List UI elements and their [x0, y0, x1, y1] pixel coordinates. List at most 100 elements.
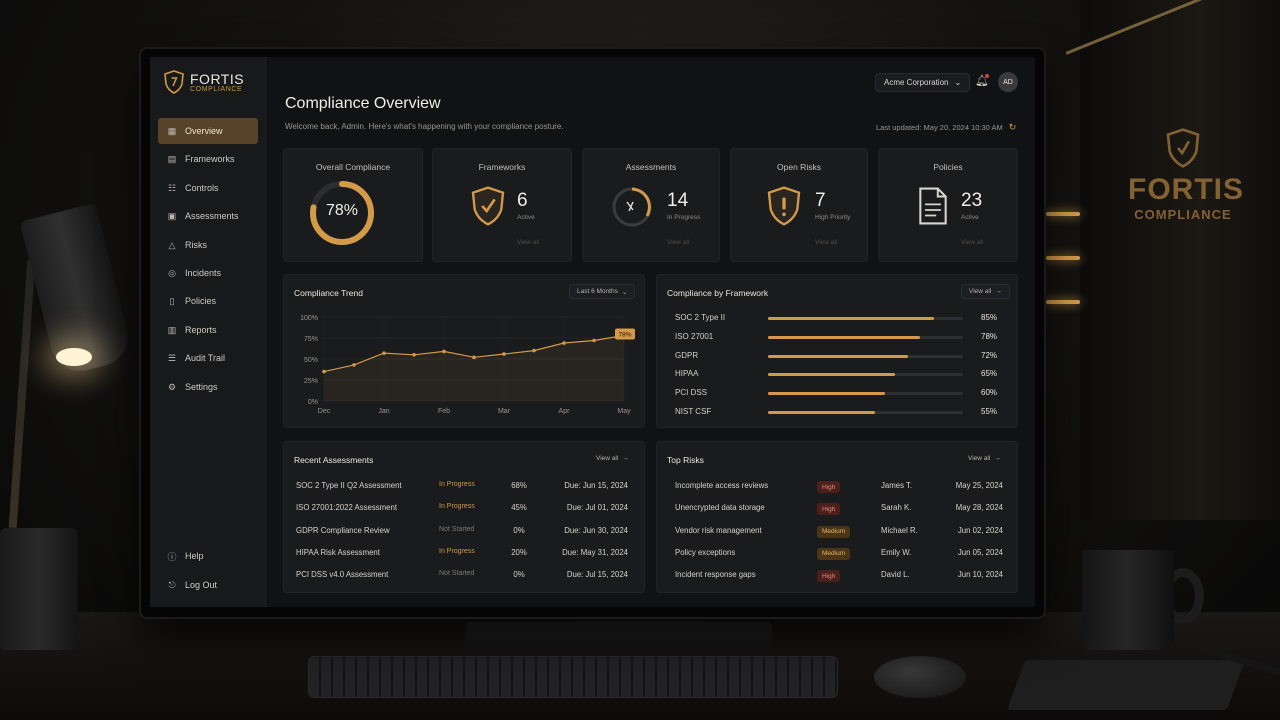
- framework-row[interactable]: NIST CSF 55%: [675, 407, 1005, 419]
- framework-progress-fill: [768, 411, 876, 414]
- sidebar-item-log-out[interactable]: ⎋ Log Out: [158, 572, 258, 598]
- table-row[interactable]: Incomplete access reviews High James T. May…: [675, 481, 1005, 495]
- risk-name: Policy exceptions: [675, 547, 736, 557]
- shield-alert-icon: [767, 186, 801, 226]
- framework-progress-track: [768, 317, 963, 320]
- assessment-name: GDPR Compliance Review: [296, 525, 390, 535]
- table-row[interactable]: ISO 27001:2022 Assessment In Progress 45% D…: [296, 503, 632, 517]
- assessment-due: Due: Jun 30, 2024: [564, 525, 628, 535]
- table-row[interactable]: Vendor risk management Medium Michael R. Ju…: [675, 525, 1005, 540]
- sidebar: FORTIS COMPLIANCE ▦ Overview ▤ Frameworks …: [150, 57, 266, 607]
- shelf-light: [1046, 256, 1080, 260]
- sidebar-item-incidents[interactable]: ◎ Incidents: [158, 260, 258, 286]
- y-tick-label: 0%: [308, 399, 318, 406]
- framework-progress-track: [768, 335, 963, 339]
- sidebar-item-label: Incidents: [185, 268, 222, 278]
- table-row[interactable]: Policy exceptions Medium Emily W. Jun 05, 2…: [675, 547, 1005, 562]
- sidebar-item-assessments[interactable]: ▣ Assessments: [158, 203, 258, 229]
- sidebar-item-label: Reports: [185, 325, 217, 335]
- sidebar-item-label: Log Out: [185, 580, 218, 590]
- frameworks-view-all[interactable]: View all: [517, 239, 539, 246]
- framework-row[interactable]: HIPAA 65%: [675, 369, 1005, 381]
- stat-card-frameworks[interactable]: Frameworks 6 Active View all: [432, 148, 572, 262]
- framework-section-title: Compliance by Framework: [667, 288, 769, 298]
- risk-owner: David L.: [881, 570, 910, 580]
- framework-row[interactable]: ISO 27001 78%: [675, 332, 1005, 344]
- sidebar-item-audit-trail[interactable]: ☰ Audit Trail: [158, 345, 258, 371]
- sidebar-item-help[interactable]: ⓘ Help: [158, 543, 258, 569]
- assessments-sub: In Progress: [667, 214, 701, 221]
- table-row[interactable]: Incident response gaps High David L. Jun 10…: [675, 570, 1005, 584]
- stat-card-assessments[interactable]: Assessments 14 In Progress View all: [582, 148, 720, 262]
- assessments-view-all[interactable]: View all: [667, 239, 689, 246]
- desk-lamp-base: [0, 528, 78, 650]
- assessment-due: Due: Jun 15, 2024: [564, 481, 628, 490]
- warning-icon: △: [168, 239, 176, 250]
- framework-percent: 72%: [981, 350, 998, 360]
- x-tick-label: Dec: [318, 408, 331, 415]
- trend-range-select[interactable]: Last 6 Months ⌄: [569, 284, 636, 299]
- frameworks-view-all-button[interactable]: View all →: [961, 284, 1010, 299]
- severity-badge: High: [817, 503, 841, 516]
- risk-owner: Sarah K.: [881, 503, 912, 513]
- stat-card-open-risks[interactable]: Open Risks 7 High Priority View all: [730, 148, 868, 262]
- risk-date: Jun 02, 2024: [957, 525, 1003, 535]
- table-row[interactable]: SOC 2 Type II Q2 Assessment In Progress 68…: [296, 481, 632, 495]
- open-risks-view-all[interactable]: View all: [815, 239, 837, 246]
- sidebar-item-settings[interactable]: ⚙ Settings: [158, 374, 258, 400]
- stat-card-policies[interactable]: Policies 23 Active View all: [878, 148, 1018, 262]
- framework-name: ISO 27001: [675, 331, 714, 341]
- trend-point: [412, 353, 416, 357]
- framework-row[interactable]: SOC 2 Type II 85%: [675, 313, 1005, 325]
- trend-point: [322, 369, 326, 374]
- brand-logo[interactable]: FORTIS COMPLIANCE: [164, 70, 244, 94]
- organization-select[interactable]: Acme Corporation ⌄: [875, 73, 971, 92]
- sidebar-item-reports[interactable]: ▥ Reports: [158, 317, 258, 343]
- table-row[interactable]: Unencrypted data storage High Sarah K. May …: [675, 503, 1005, 517]
- trend-point: [352, 363, 356, 367]
- page-title: Compliance Overview: [285, 95, 441, 112]
- notification-dot: [985, 74, 989, 78]
- shield-check-icon: [471, 186, 505, 226]
- avatar[interactable]: AD: [998, 72, 1018, 92]
- brand-name: FORTIS: [190, 70, 245, 87]
- last-value-label: 78%: [618, 331, 631, 338]
- open-risks-count: 7: [815, 190, 826, 211]
- policies-view-all[interactable]: View all: [961, 239, 983, 246]
- sidebar-item-controls[interactable]: ☷ Controls: [158, 175, 258, 201]
- table-row[interactable]: HIPAA Risk Assessment In Progress 20% Due: …: [296, 548, 632, 562]
- table-row[interactable]: GDPR Compliance Review Not Started 0% Due: …: [296, 526, 632, 540]
- trend-point: [472, 355, 476, 360]
- notifications-button[interactable]: 🔔︎: [975, 74, 989, 90]
- y-tick-label: 50%: [304, 357, 318, 364]
- app-screen: FORTIS COMPLIANCE ▦ Overview ▤ Frameworks …: [150, 57, 1035, 607]
- layers-icon: ▤: [167, 153, 177, 164]
- risks-view-all-button[interactable]: View all →: [961, 451, 1008, 466]
- document-icon: [919, 187, 947, 225]
- sidebar-item-label: Policies: [185, 296, 217, 306]
- framework-progress-fill: [768, 392, 885, 396]
- assessment-name: ISO 27001:2022 Assessment: [296, 503, 397, 513]
- arrow-right-icon: →: [995, 288, 1002, 295]
- framework-row[interactable]: GDPR 72%: [675, 351, 1005, 363]
- framework-progress-fill: [768, 335, 921, 339]
- assessments-view-all-button[interactable]: View all →: [589, 451, 636, 466]
- framework-name: NIST CSF: [675, 407, 712, 416]
- sidebar-item-frameworks[interactable]: ▤ Frameworks: [158, 146, 258, 172]
- refresh-icon[interactable]: ↻: [1009, 122, 1017, 133]
- frameworks-sub: Active: [517, 214, 535, 221]
- framework-row[interactable]: PCI DSS 60%: [675, 388, 1005, 400]
- trend-point: [532, 348, 536, 353]
- trend-chart: 0% 25% 50% 75% 100% Dec Jan Feb Mar Apr May 78%: [300, 315, 635, 415]
- risk-name: Incident response gaps: [675, 570, 756, 580]
- arrow-right-icon: →: [622, 455, 629, 462]
- sidebar-item-risks[interactable]: △ Risks: [158, 232, 258, 258]
- table-row[interactable]: PCI DSS v4.0 Assessment Not Started 0% Due:…: [296, 570, 632, 584]
- sidebar-item-policies[interactable]: ▯ Policies: [158, 288, 258, 314]
- help-icon: ⓘ: [167, 551, 177, 562]
- view-all-label: View all: [969, 288, 992, 295]
- y-tick-label: 25%: [304, 378, 318, 385]
- risk-owner: James T.: [881, 481, 913, 490]
- framework-percent: 78%: [981, 331, 998, 341]
- sidebar-item-overview[interactable]: ▦ Overview: [158, 118, 258, 144]
